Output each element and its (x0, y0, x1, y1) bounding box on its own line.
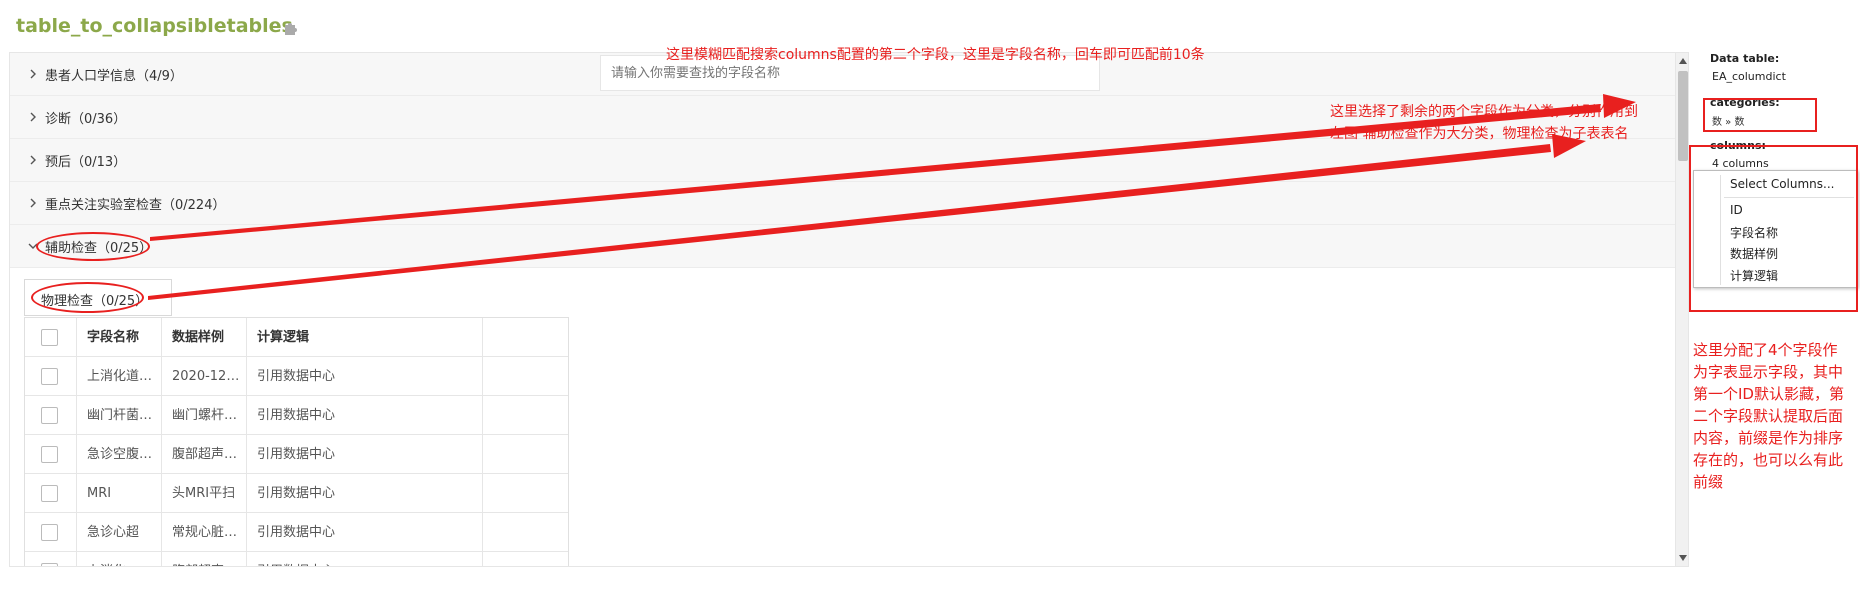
note-line: 二个字段默认提取后面 (1693, 407, 1844, 425)
accordion-label: 重点关注实验室检查（0/224） (45, 198, 226, 213)
accordion-label: 患者人口学信息（4/9） (45, 69, 183, 84)
note-line: 为字表显示字段，其中 (1693, 363, 1844, 381)
row-checkbox[interactable] (41, 368, 58, 385)
checkbox-cell (25, 435, 77, 474)
fields-table: 字段名称 数据样例 计算逻辑 上消化道… 2020-12… 引用数据中心 幽门杆… (24, 317, 569, 566)
row-checkbox[interactable] (41, 485, 58, 502)
table-cell: 引用数据中心 (247, 357, 483, 396)
chevron-right-icon (30, 112, 36, 122)
annotation-subtab-ellipse (31, 282, 144, 313)
annotation-search-note: 这里模糊匹配搜索columns配置的第二个字段，这里是字段名称，回车即可匹配前1… (666, 47, 1205, 63)
accordion-item-auxiliary-exams[interactable]: 辅助检查（0/25） (10, 225, 1675, 268)
table-cell: 幽门杆菌… (77, 396, 162, 435)
table-cell: 腹部超声… (162, 435, 247, 474)
table-cell: MRI (77, 474, 162, 513)
note-line: 存在的，也可以么有此 (1693, 451, 1844, 469)
table-cell: 幽门螺杆… (162, 396, 247, 435)
table-row[interactable]: MRI 头MRI平扫 引用数据中心 (25, 474, 568, 513)
table-cell: 头MRI平扫 (162, 474, 247, 513)
checkbox-cell (25, 552, 77, 566)
chevron-right-icon (30, 198, 36, 208)
column-header[interactable]: 字段名称 (77, 318, 162, 357)
page-title: table_to_collapsibletables (16, 15, 293, 37)
table-cell: 2020-12… (162, 357, 247, 396)
note-line: 这里分配了4个字段作 (1693, 341, 1838, 359)
table-cell: 急诊空腹… (77, 435, 162, 474)
scroll-thumb[interactable] (1678, 71, 1688, 161)
data-table-label: Data table: (1710, 52, 1780, 65)
data-table-value[interactable]: EA_columdict (1712, 70, 1786, 83)
checkbox-cell (25, 396, 77, 435)
table-cell: 引用数据中心 (247, 396, 483, 435)
accordion-item-lab-tests[interactable]: 重点关注实验室检查（0/224） (10, 182, 1675, 225)
table-cell: 引用数据中心 (247, 513, 483, 552)
table-cell: 上消化… (77, 552, 162, 566)
row-checkbox[interactable] (41, 524, 58, 541)
annotation-category-note-2: 左图 辅助检查作为大分类，物理检查为子表表名 (1330, 126, 1629, 142)
note-line: 前缀 (1693, 473, 1724, 491)
annotation-category-ellipse (36, 232, 150, 261)
table-row[interactable]: 急诊空腹… 腹部超声… 引用数据中心 (25, 435, 568, 474)
table-row[interactable]: 幽门杆菌… 幽门螺杆… 引用数据中心 (25, 396, 568, 435)
table-cell: 引用数据中心 (247, 435, 483, 474)
note-line: 内容，前缀是作为排序 (1693, 429, 1844, 447)
table-cell: 腹部超声… (162, 552, 247, 566)
checkbox-cell (25, 357, 77, 396)
accordion-label: 预后（0/13） (45, 155, 127, 170)
chevron-right-icon (30, 69, 36, 79)
table-cell: 引用数据中心 (247, 552, 483, 566)
vertical-scrollbar[interactable] (1675, 53, 1688, 566)
select-all-checkbox[interactable] (41, 329, 58, 346)
table-cell: 引用数据中心 (247, 474, 483, 513)
note-line: 第一个ID默认影藏，第 (1693, 385, 1844, 403)
table-row[interactable]: 急诊心超 常规心脏… 引用数据中心 (25, 513, 568, 552)
column-header[interactable]: 数据样例 (162, 318, 247, 357)
column-header[interactable]: 计算逻辑 (247, 318, 483, 357)
page: table_to_collapsibletables 患者人口学信息（4/9） … (0, 0, 1860, 605)
table-row[interactable]: 上消化道… 2020-12… 引用数据中心 (25, 357, 568, 396)
chevron-right-icon (30, 155, 36, 165)
annotation-categories-box (1703, 98, 1817, 132)
row-checkbox[interactable] (41, 446, 58, 463)
table-cell: 常规心脏… (162, 513, 247, 552)
row-checkbox[interactable] (41, 563, 58, 566)
annotation-category-note-1: 这里选择了剩余的两个字段作为分类，分别作用到 (1330, 104, 1638, 120)
checkbox-cell (25, 474, 77, 513)
accordion-label: 诊断（0/36） (45, 112, 127, 127)
table-header-row: 字段名称 数据样例 计算逻辑 (25, 318, 568, 357)
annotation-columns-note: 这里分配了4个字段作 为字表显示字段，其中 第一个ID默认影藏，第 二个字段默认… (1693, 339, 1844, 493)
accordion-item-prognosis[interactable]: 预后（0/13） (10, 139, 1675, 182)
row-checkbox[interactable] (41, 407, 58, 424)
checkbox-cell (25, 513, 77, 552)
table-row[interactable]: 上消化… 腹部超声… 引用数据中心 (25, 552, 568, 566)
scroll-down-icon[interactable] (1679, 555, 1687, 561)
puzzle-icon[interactable] (283, 20, 299, 36)
table-cell: 急诊心超 (77, 513, 162, 552)
select-all-cell (25, 318, 77, 357)
table-cell: 上消化道… (77, 357, 162, 396)
scroll-up-icon[interactable] (1679, 58, 1687, 64)
annotation-columns-box (1689, 145, 1858, 312)
